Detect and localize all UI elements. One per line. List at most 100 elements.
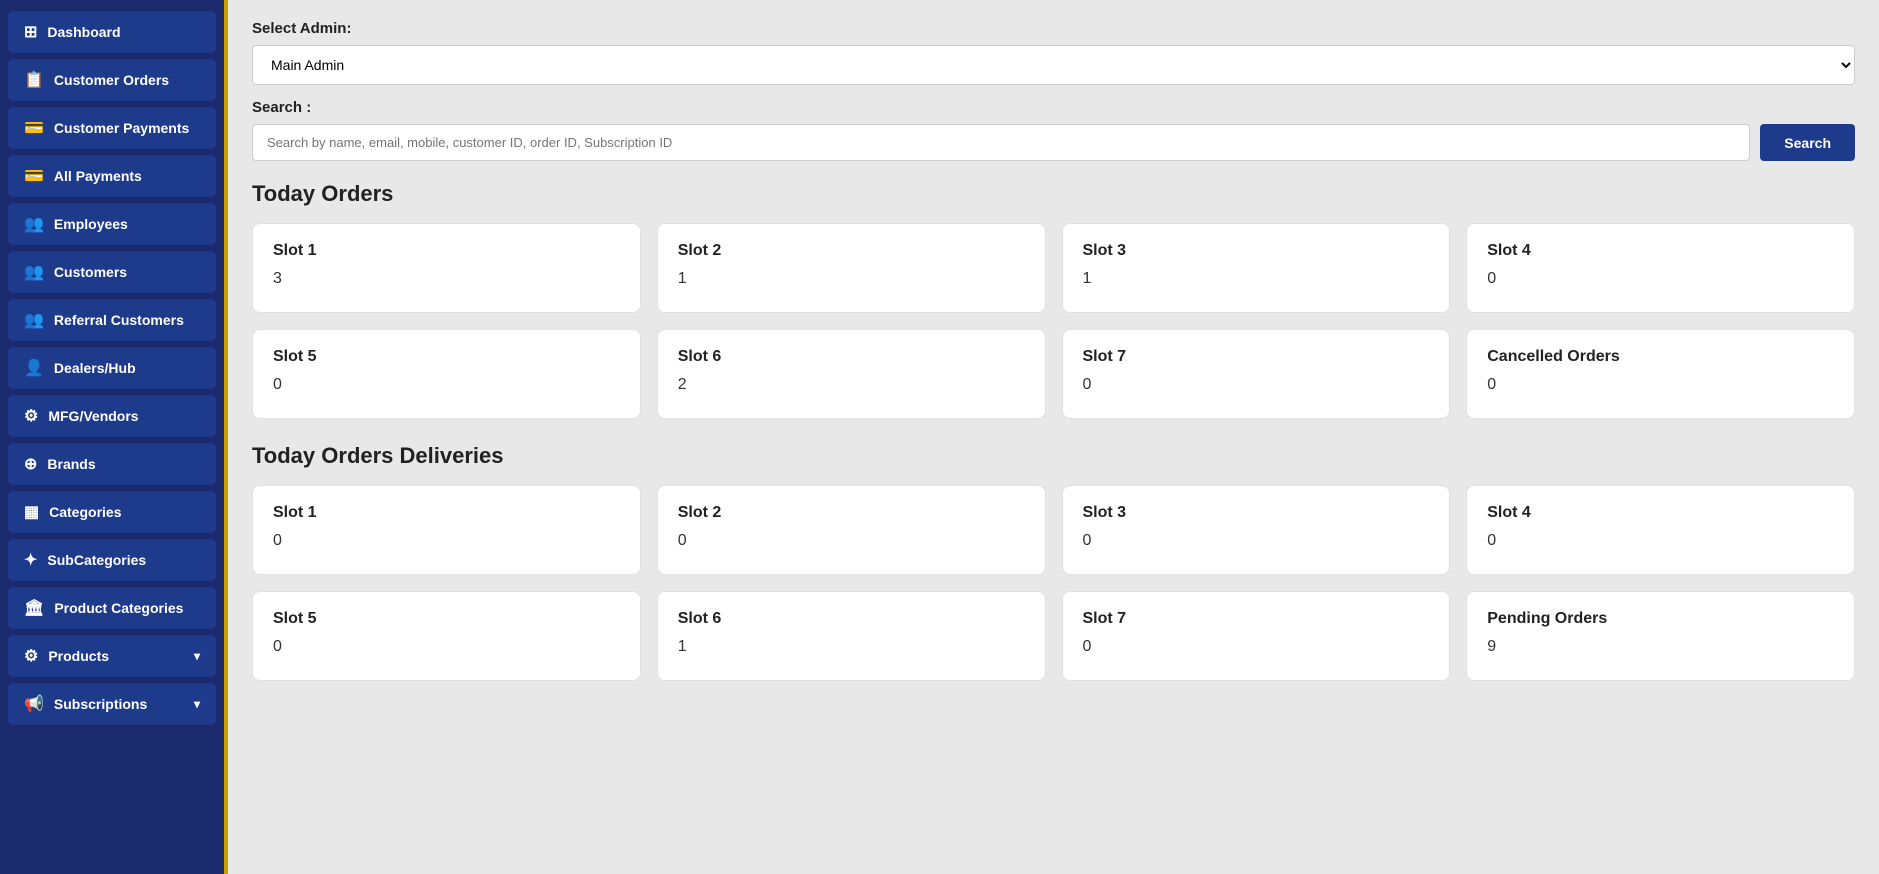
today-deliveries-grid: Slot 1 0 Slot 2 0 Slot 3 0 Slot 4 0 Slot… xyxy=(252,485,1855,681)
card-title: Slot 4 xyxy=(1487,242,1834,260)
delivery-card-0[interactable]: Slot 1 0 xyxy=(252,485,641,575)
sidebar-label-employees: Employees xyxy=(54,216,128,232)
card-value: 0 xyxy=(1487,532,1834,550)
sidebar-item-categories[interactable]: ▦ Categories xyxy=(8,491,216,533)
select-admin-section: Select Admin: Main Admin xyxy=(252,20,1855,99)
today-order-card-0[interactable]: Slot 1 3 xyxy=(252,223,641,313)
sidebar-icon-mfg-vendors: ⚙ xyxy=(24,406,38,426)
sidebar-item-dashboard[interactable]: ⊞ Dashboard xyxy=(8,11,216,53)
chevron-down-icon: ▾ xyxy=(194,697,200,711)
card-value: 0 xyxy=(1083,376,1430,394)
sidebar-icon-customer-orders: 📋 xyxy=(24,70,44,90)
card-value: 3 xyxy=(273,270,620,288)
card-value: 1 xyxy=(678,638,1025,656)
card-value: 0 xyxy=(1083,638,1430,656)
today-order-card-1[interactable]: Slot 2 1 xyxy=(657,223,1046,313)
sidebar-label-product-categories: Product Categories xyxy=(54,600,183,616)
sidebar-icon-subcategories: ✦ xyxy=(24,550,37,570)
card-title: Slot 1 xyxy=(273,242,620,260)
card-title: Slot 2 xyxy=(678,242,1025,260)
today-order-card-3[interactable]: Slot 4 0 xyxy=(1466,223,1855,313)
today-order-card-4[interactable]: Slot 5 0 xyxy=(252,329,641,419)
sidebar-icon-subscriptions: 📢 xyxy=(24,694,44,714)
sidebar-icon-dashboard: ⊞ xyxy=(24,22,37,42)
sidebar-label-brands: Brands xyxy=(47,456,95,472)
card-title: Slot 6 xyxy=(678,348,1025,366)
sidebar-label-categories: Categories xyxy=(49,504,121,520)
today-order-card-2[interactable]: Slot 3 1 xyxy=(1062,223,1451,313)
sidebar-item-employees[interactable]: 👥 Employees xyxy=(8,203,216,245)
sidebar-label-subcategories: SubCategories xyxy=(47,552,146,568)
delivery-card-2[interactable]: Slot 3 0 xyxy=(1062,485,1451,575)
card-title: Slot 2 xyxy=(678,504,1025,522)
sidebar-icon-dealers-hub: 👤 xyxy=(24,358,44,378)
card-title: Slot 5 xyxy=(273,610,620,628)
delivery-card-3[interactable]: Slot 4 0 xyxy=(1466,485,1855,575)
sidebar-item-customers[interactable]: 👥 Customers xyxy=(8,251,216,293)
sidebar-label-products: Products xyxy=(48,648,109,664)
card-value: 0 xyxy=(273,532,620,550)
sidebar-item-customer-payments[interactable]: 💳 Customer Payments xyxy=(8,107,216,149)
today-deliveries-title: Today Orders Deliveries xyxy=(252,443,1855,469)
sidebar-label-dashboard: Dashboard xyxy=(47,24,120,40)
sidebar-item-mfg-vendors[interactable]: ⚙ MFG/Vendors xyxy=(8,395,216,437)
today-order-card-6[interactable]: Slot 7 0 xyxy=(1062,329,1451,419)
search-button[interactable]: Search xyxy=(1760,124,1855,161)
card-value: 9 xyxy=(1487,638,1834,656)
card-title: Slot 3 xyxy=(1083,504,1430,522)
sidebar-item-referral-customers[interactable]: 👥 Referral Customers xyxy=(8,299,216,341)
search-input[interactable] xyxy=(252,124,1750,161)
delivery-card-1[interactable]: Slot 2 0 xyxy=(657,485,1046,575)
sidebar-item-subscriptions[interactable]: 📢 Subscriptions ▾ xyxy=(8,683,216,725)
sidebar-item-brands[interactable]: ⊕ Brands xyxy=(8,443,216,485)
card-value: 2 xyxy=(678,376,1025,394)
chevron-down-icon: ▾ xyxy=(194,649,200,663)
sidebar-label-dealers-hub: Dealers/Hub xyxy=(54,360,136,376)
sidebar-label-subscriptions: Subscriptions xyxy=(54,696,147,712)
today-order-card-5[interactable]: Slot 6 2 xyxy=(657,329,1046,419)
sidebar-item-product-categories[interactable]: 🏛 Product Categories xyxy=(8,587,216,629)
card-title: Slot 7 xyxy=(1083,348,1430,366)
sidebar-item-dealers-hub[interactable]: 👤 Dealers/Hub xyxy=(8,347,216,389)
sidebar-label-mfg-vendors: MFG/Vendors xyxy=(48,408,138,424)
card-value: 0 xyxy=(1487,270,1834,288)
sidebar-label-customer-payments: Customer Payments xyxy=(54,120,189,136)
sidebar-item-all-payments[interactable]: 💳 All Payments xyxy=(8,155,216,197)
sidebar-item-customer-orders[interactable]: 📋 Customer Orders xyxy=(8,59,216,101)
search-label: Search : xyxy=(252,99,1855,116)
card-title: Slot 4 xyxy=(1487,504,1834,522)
sidebar-icon-referral-customers: 👥 xyxy=(24,310,44,330)
card-title: Cancelled Orders xyxy=(1487,348,1834,366)
card-value: 0 xyxy=(1487,376,1834,394)
sidebar: ⊞ Dashboard 📋 Customer Orders 💳 Customer… xyxy=(0,0,228,874)
sidebar-icon-customers: 👥 xyxy=(24,262,44,282)
delivery-card-4[interactable]: Slot 5 0 xyxy=(252,591,641,681)
card-title: Slot 6 xyxy=(678,610,1025,628)
sidebar-icon-employees: 👥 xyxy=(24,214,44,234)
card-title: Pending Orders xyxy=(1487,610,1834,628)
sidebar-icon-product-categories: 🏛 xyxy=(24,598,44,618)
delivery-card-7[interactable]: Pending Orders 9 xyxy=(1466,591,1855,681)
main-content: Select Admin: Main Admin Search : Search… xyxy=(228,0,1879,874)
card-value: 0 xyxy=(1083,532,1430,550)
sidebar-item-products[interactable]: ⚙ Products ▾ xyxy=(8,635,216,677)
sidebar-icon-customer-payments: 💳 xyxy=(24,118,44,138)
card-value: 1 xyxy=(678,270,1025,288)
card-title: Slot 7 xyxy=(1083,610,1430,628)
card-value: 0 xyxy=(273,376,620,394)
admin-select[interactable]: Main Admin xyxy=(252,45,1855,85)
today-order-card-7[interactable]: Cancelled Orders 0 xyxy=(1466,329,1855,419)
search-section: Search : Search xyxy=(252,99,1855,161)
sidebar-icon-products: ⚙ xyxy=(24,646,38,666)
card-title: Slot 5 xyxy=(273,348,620,366)
today-orders-title: Today Orders xyxy=(252,181,1855,207)
sidebar-item-subcategories[interactable]: ✦ SubCategories xyxy=(8,539,216,581)
sidebar-label-referral-customers: Referral Customers xyxy=(54,312,184,328)
search-row: Search xyxy=(252,124,1855,161)
today-orders-grid: Slot 1 3 Slot 2 1 Slot 3 1 Slot 4 0 Slot… xyxy=(252,223,1855,419)
today-deliveries-section: Today Orders Deliveries Slot 1 0 Slot 2 … xyxy=(252,443,1855,681)
sidebar-icon-categories: ▦ xyxy=(24,502,39,522)
delivery-card-6[interactable]: Slot 7 0 xyxy=(1062,591,1451,681)
sidebar-label-customers: Customers xyxy=(54,264,127,280)
delivery-card-5[interactable]: Slot 6 1 xyxy=(657,591,1046,681)
